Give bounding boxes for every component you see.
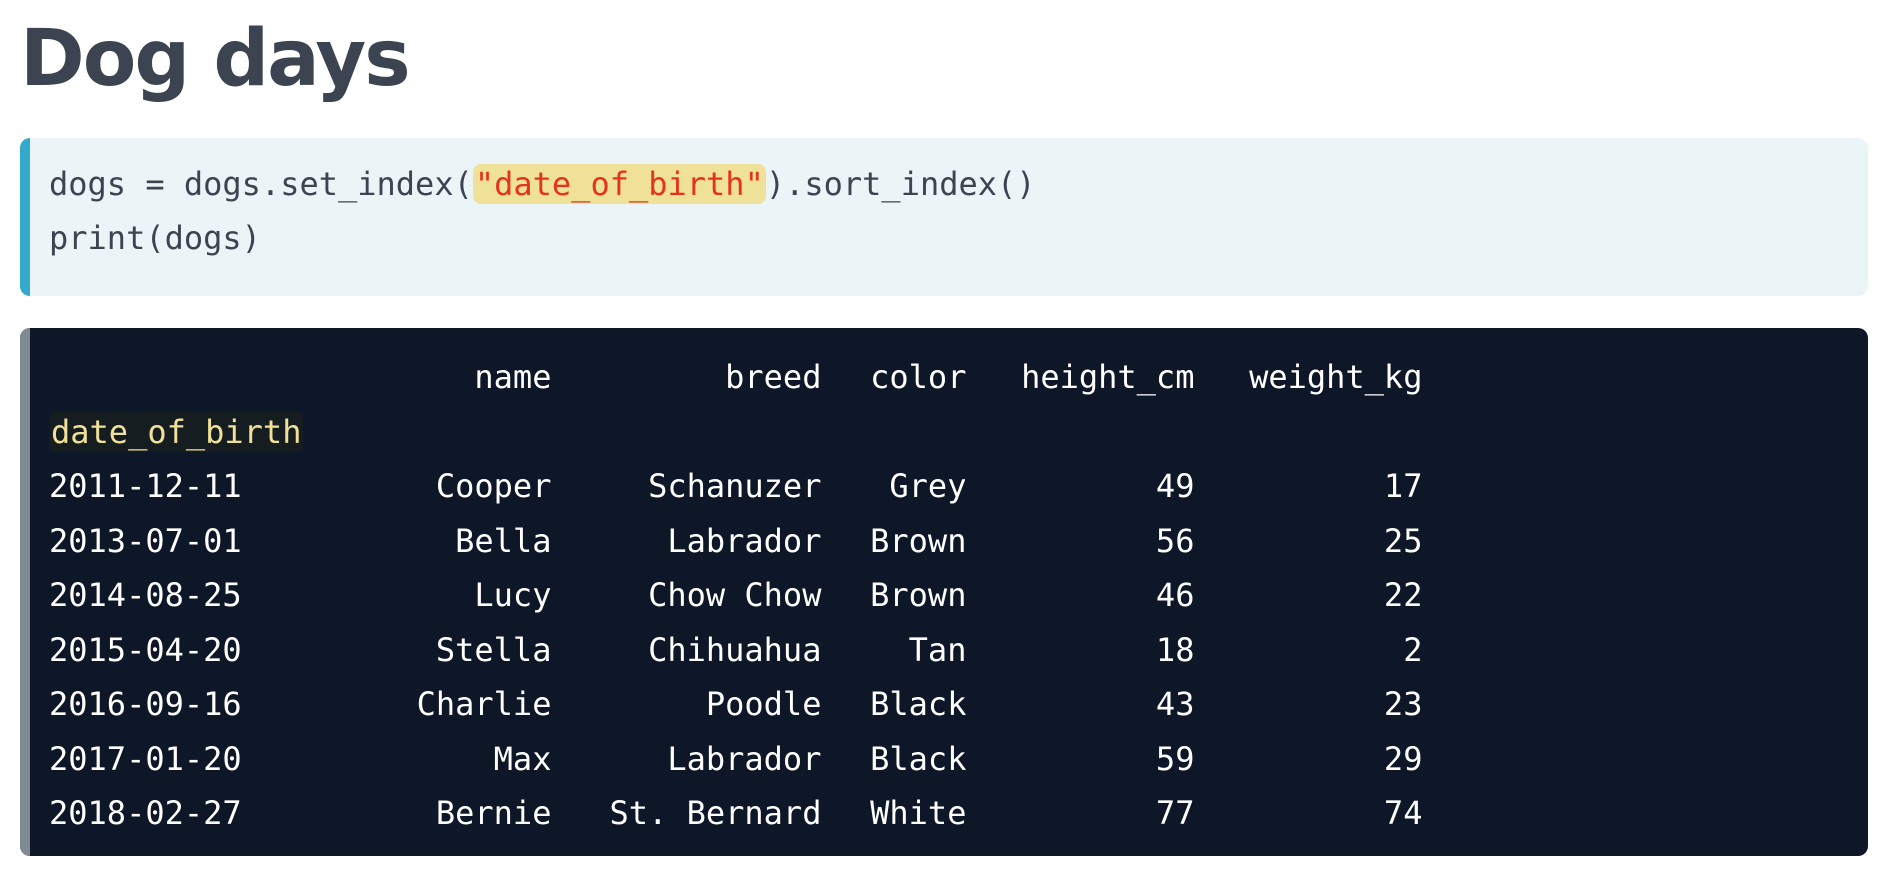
table-cell: Stella	[435, 630, 552, 669]
table-cell: 23	[1383, 685, 1423, 724]
table-cell: 18	[1155, 630, 1195, 669]
empty-cell	[551, 405, 821, 460]
table-cell: Bella	[455, 521, 552, 560]
code-block: dogs = dogs.set_index("date_of_birth").s…	[20, 138, 1868, 296]
page-title: Dog days	[20, 14, 411, 104]
table-cell: Lucy	[474, 576, 552, 615]
output-block-accent-bar	[20, 328, 30, 856]
code-text: dogs = dogs.set_index(	[49, 165, 473, 203]
table-cell: Grey	[889, 467, 967, 506]
code-line-2: print(dogs)	[49, 219, 261, 257]
index-cell: 2013-07-01	[49, 521, 242, 560]
table-cell: White	[870, 794, 967, 833]
table-row: 2015-04-20 Stella Chihuahua Tan 18 2	[49, 623, 1422, 678]
table-row: 2011-12-11 Cooper Schanuzer Grey 49 17	[49, 459, 1422, 514]
column-header: height_cm	[1021, 358, 1195, 397]
column-header: breed	[725, 358, 822, 397]
table-cell: Black	[870, 739, 967, 778]
index-cell: 2018-02-27	[49, 794, 242, 833]
output-block: name breed color height_cm weight_kg dat…	[20, 328, 1868, 856]
table-cell: 49	[1155, 467, 1195, 506]
table-row: 2018-02-27 Bernie St. Bernard White 77 7…	[49, 786, 1422, 841]
table-cell: Tan	[908, 630, 967, 669]
table-cell: Poodle	[705, 685, 822, 724]
code-line-1: dogs = dogs.set_index("date_of_birth").s…	[49, 162, 1036, 206]
index-cell: 2014-08-25	[49, 576, 242, 615]
empty-cell	[966, 405, 1194, 460]
table-cell: Charlie	[416, 685, 552, 724]
column-header: color	[870, 358, 967, 397]
empty-cell	[821, 405, 966, 460]
index-cell: 2011-12-11	[49, 467, 242, 506]
table-row: 2014-08-25 Lucy Chow Chow Brown 46 22	[49, 568, 1422, 623]
index-name-cell: date_of_birth	[49, 405, 304, 460]
code-block-accent-bar	[20, 138, 30, 296]
table-cell: Brown	[870, 576, 967, 615]
code-text: ).sort_index()	[765, 165, 1036, 203]
index-header-blank	[49, 350, 303, 405]
table-row: 2017-01-20 Max Labrador Black 59 29	[49, 732, 1422, 787]
table-cell: Chow Chow	[648, 576, 822, 615]
column-header: name	[474, 358, 552, 397]
table-cell: 17	[1383, 467, 1423, 506]
table-cell: 43	[1155, 685, 1195, 724]
table-cell: 56	[1155, 521, 1195, 560]
table-row: 2013-07-01 Bella Labrador Brown 56 25	[49, 514, 1422, 569]
table-cell: Schanuzer	[648, 467, 822, 506]
table-cell: Black	[870, 685, 967, 724]
table-cell: 25	[1383, 521, 1423, 560]
table-cell: 22	[1383, 576, 1423, 615]
table-cell: Chihuahua	[648, 630, 822, 669]
table-cell: Labrador	[667, 739, 822, 778]
empty-cell	[303, 405, 551, 460]
table-cell: Bernie	[435, 794, 552, 833]
table-cell: 74	[1383, 794, 1423, 833]
table-cell: 29	[1383, 739, 1423, 778]
column-header-row: name breed color height_cm weight_kg	[49, 350, 1422, 405]
table-cell: Labrador	[667, 521, 822, 560]
index-cell: 2015-04-20	[49, 630, 242, 669]
table-cell: 46	[1155, 576, 1195, 615]
table-cell: 2	[1403, 630, 1423, 669]
code-string-highlight: "date_of_birth"	[472, 164, 766, 204]
empty-cell	[1194, 405, 1422, 460]
dataframe-output-table: name breed color height_cm weight_kg dat…	[49, 350, 1422, 841]
index-name-highlight: date_of_birth	[49, 411, 304, 452]
table-cell: 59	[1155, 739, 1195, 778]
table-cell: Cooper	[435, 467, 552, 506]
table-cell: Max	[493, 739, 552, 778]
index-name-row: date_of_birth	[49, 405, 1422, 460]
table-row: 2016-09-16 Charlie Poodle Black 43 23	[49, 677, 1422, 732]
table-cell: St. Bernard	[609, 794, 822, 833]
table-cell: Brown	[870, 521, 967, 560]
index-cell: 2017-01-20	[49, 739, 242, 778]
table-cell: 77	[1155, 794, 1195, 833]
index-cell: 2016-09-16	[49, 685, 242, 724]
column-header: weight_kg	[1249, 358, 1423, 397]
